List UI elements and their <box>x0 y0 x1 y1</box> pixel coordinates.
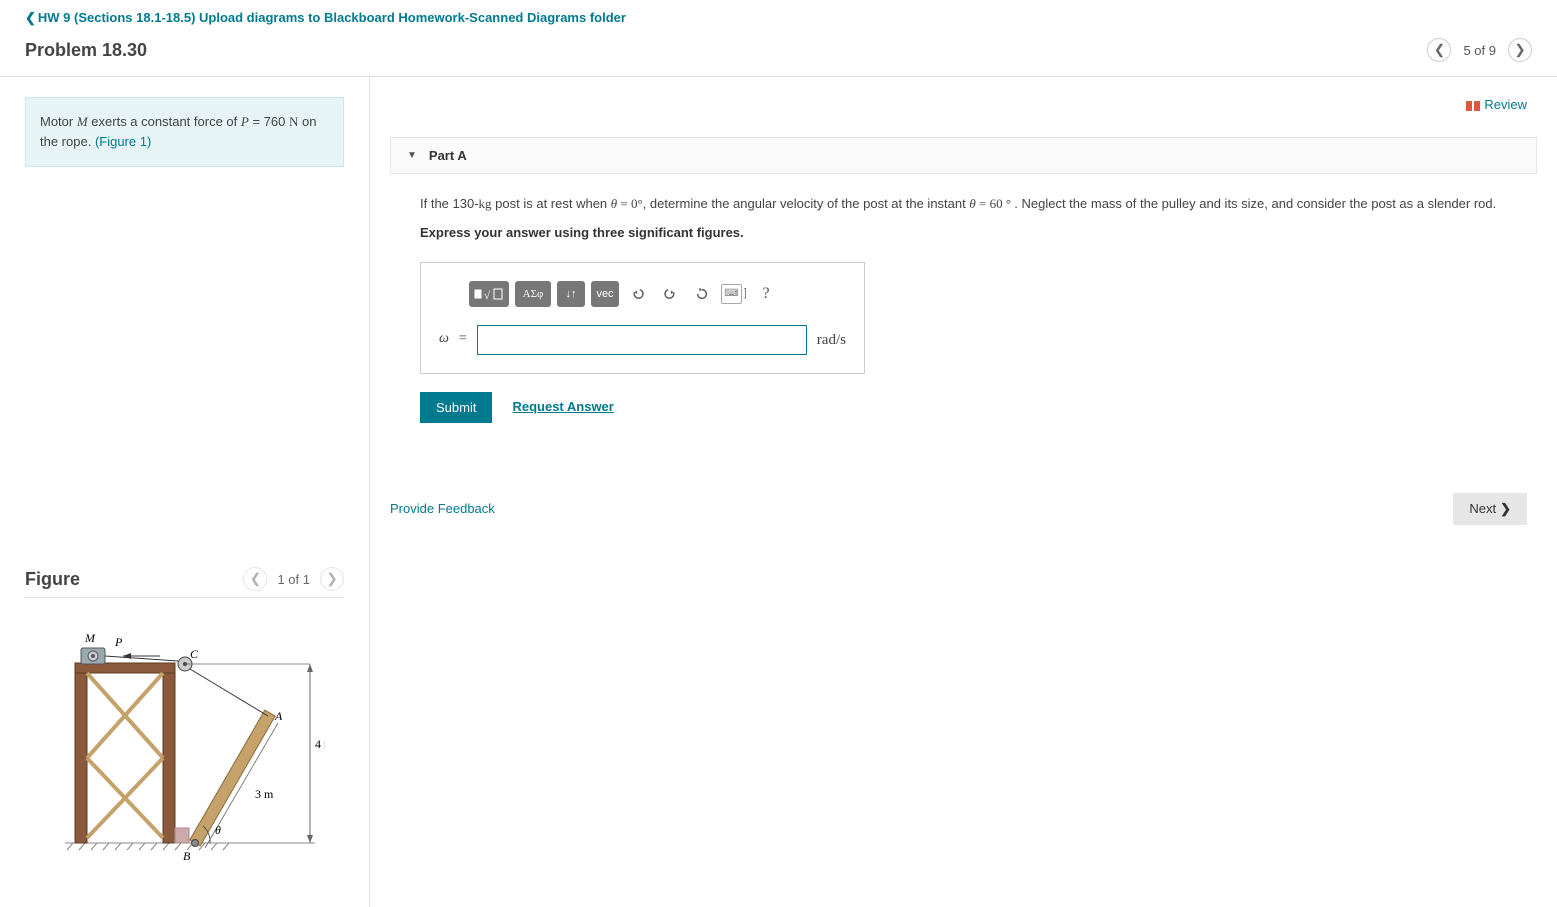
provide-feedback-link[interactable]: Provide Feedback <box>390 501 495 516</box>
svg-text:P: P <box>114 635 123 649</box>
figure-next-button[interactable]: ❯ <box>320 567 344 591</box>
prev-problem-button[interactable]: ❮ <box>1427 38 1451 62</box>
reset-button[interactable] <box>689 281 715 307</box>
svg-text:M: M <box>84 631 96 645</box>
svg-text:A: A <box>274 709 283 723</box>
subsup-button[interactable]: ↓↑ <box>557 281 585 307</box>
svg-text:3 m: 3 m <box>255 787 274 801</box>
equation-toolbar: √ ΑΣφ ↓↑ vec ⌨] ? <box>469 281 846 307</box>
part-a-header[interactable]: ▼ Part A <box>390 137 1537 174</box>
undo-button[interactable] <box>625 281 651 307</box>
answer-variable: ω <box>439 328 449 350</box>
figure-pager: ❮ 1 of 1 ❯ <box>243 567 344 591</box>
figure-header: Figure ❮ 1 of 1 ❯ <box>25 567 344 598</box>
left-panel: Motor M exerts a constant force of P = 7… <box>0 77 370 907</box>
flag-icon <box>1466 101 1480 111</box>
svg-text:4 m: 4 m <box>315 737 325 751</box>
submit-button[interactable]: Submit <box>420 392 492 423</box>
breadcrumb-link[interactable]: ❮HW 9 (Sections 18.1-18.5) Upload diagra… <box>25 10 626 25</box>
actions-row: Submit Request Answer <box>420 392 1507 423</box>
title-row: Problem 18.30 ❮ 5 of 9 ❯ <box>0 30 1557 77</box>
figure-heading: Figure <box>25 569 80 590</box>
answer-box: √ ΑΣφ ↓↑ vec ⌨] ? <box>420 262 865 374</box>
problem-statement: Motor M exerts a constant force of P = 7… <box>25 97 344 167</box>
chevron-left-icon: ❮ <box>25 10 36 25</box>
vec-button[interactable]: vec <box>591 281 619 307</box>
answer-unit: rad/s <box>817 328 846 352</box>
svg-text:C: C <box>190 647 199 661</box>
answer-input[interactable] <box>477 325 807 355</box>
equals-sign: = <box>459 328 467 350</box>
right-panel: Review ▼ Part A If the 130-kg post is at… <box>370 77 1557 907</box>
help-button[interactable]: ? <box>753 281 779 307</box>
review-link[interactable]: Review <box>1466 97 1527 112</box>
instruction-text: Express your answer using three signific… <box>420 223 1507 244</box>
problem-pager: ❮ 5 of 9 ❯ <box>1427 38 1532 62</box>
answer-row: ω = rad/s <box>439 325 846 355</box>
part-a-label: Part A <box>429 148 467 163</box>
pager-text: 5 of 9 <box>1463 43 1496 58</box>
templates-button[interactable]: √ <box>469 281 509 307</box>
next-problem-button[interactable]: ❯ <box>1508 38 1532 62</box>
redo-button[interactable] <box>657 281 683 307</box>
footer-row: Provide Feedback Next❯ <box>390 493 1537 525</box>
problem-title: Problem 18.30 <box>25 40 147 61</box>
figure-prev-button[interactable]: ❮ <box>243 567 267 591</box>
svg-text:θ: θ <box>215 823 221 837</box>
keyboard-button[interactable]: ⌨] <box>721 281 747 307</box>
svg-text:√: √ <box>484 290 491 302</box>
caret-down-icon: ▼ <box>407 150 417 161</box>
part-a-body: If the 130-kg post is at rest when θ = 0… <box>390 174 1537 443</box>
next-button[interactable]: Next❯ <box>1453 493 1527 525</box>
chevron-right-icon: ❯ <box>1500 501 1511 516</box>
question-text: If the 130-kg post is at rest when θ = 0… <box>420 194 1507 215</box>
svg-text:B: B <box>183 849 191 863</box>
request-answer-link[interactable]: Request Answer <box>512 397 613 418</box>
greek-button[interactable]: ΑΣφ <box>515 281 551 307</box>
figure-link[interactable]: (Figure 1) <box>95 134 151 149</box>
figure-diagram: M C P B A <box>25 628 344 871</box>
breadcrumb: ❮HW 9 (Sections 18.1-18.5) Upload diagra… <box>0 0 1557 30</box>
